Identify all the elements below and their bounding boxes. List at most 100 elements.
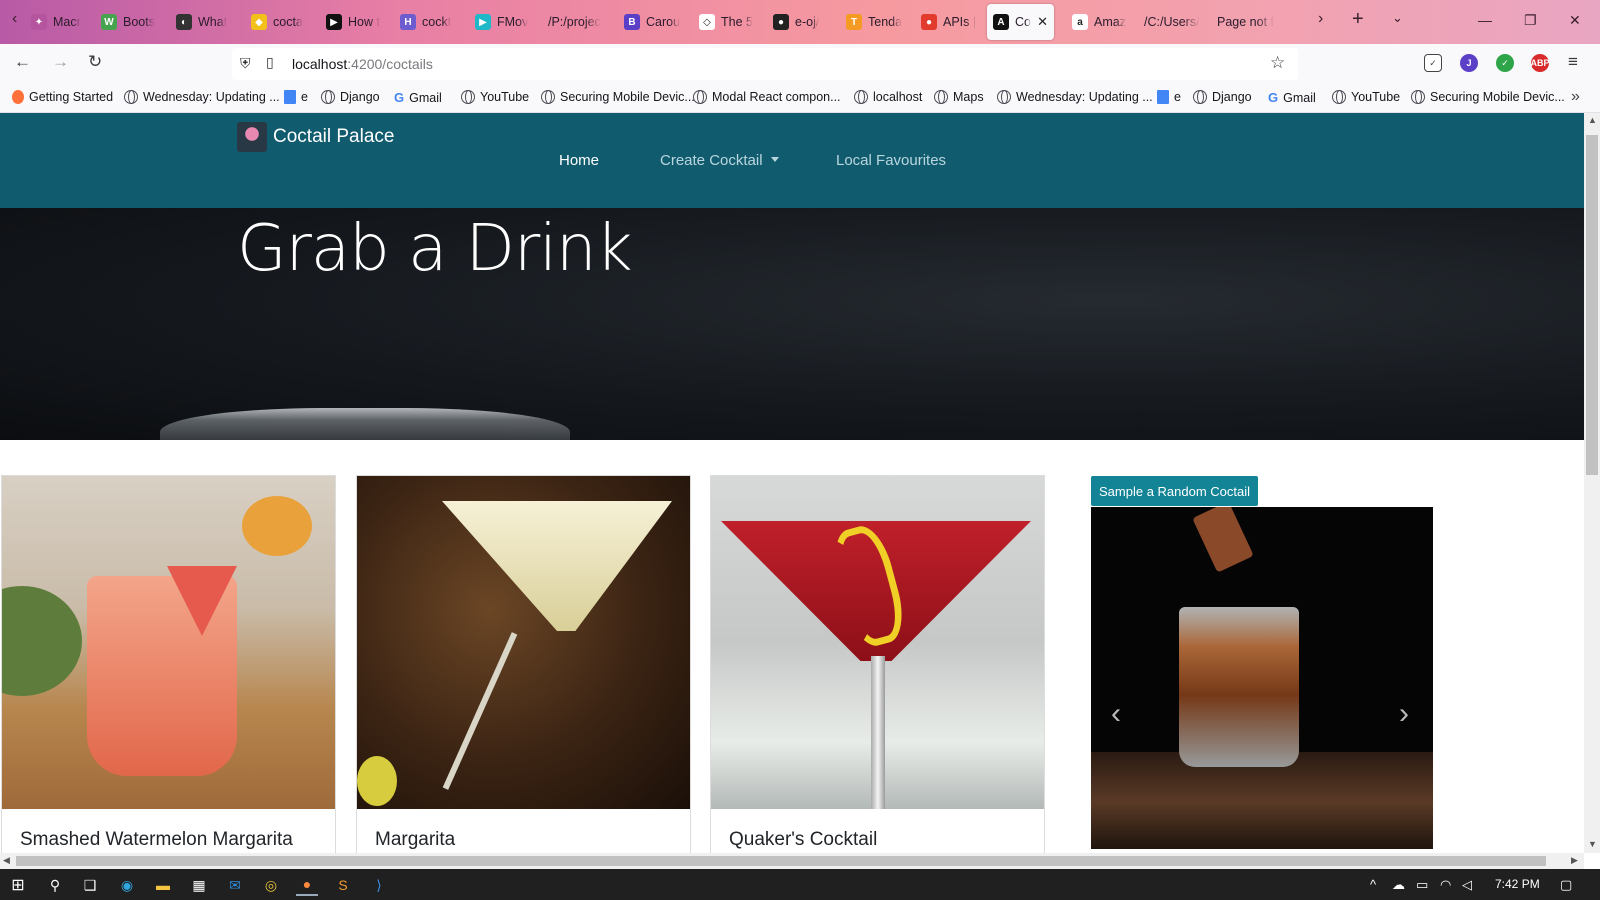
url-text[interactable]: localhost:4200/coctails (292, 56, 433, 72)
windows-start-icon[interactable]: ⊞ (7, 874, 29, 896)
bookmark-item[interactable]: Getting Started (12, 90, 113, 104)
account-avatar-icon[interactable]: J (1460, 54, 1478, 72)
bookmark-item[interactable]: Maps (934, 90, 984, 104)
cocktail-card[interactable]: Margarita (356, 475, 691, 853)
browser-tab[interactable]: A Co ✕ (987, 4, 1054, 40)
bookmark-item[interactable]: G Gmail (1268, 90, 1316, 105)
brand[interactable]: Coctail Palace (237, 122, 394, 152)
edge-icon[interactable]: ◉ (116, 874, 138, 896)
battery-icon[interactable]: ▭ (1416, 877, 1428, 893)
bookmark-item[interactable]: G Gmail (394, 90, 442, 105)
extension-shield-icon[interactable]: ✓ (1496, 54, 1514, 72)
bookmark-item[interactable]: Wednesday: Updating ... (124, 90, 280, 104)
nav-local-favourites[interactable]: Local Favourites (836, 152, 946, 169)
browser-tab[interactable]: ◆ cocta (247, 4, 311, 40)
bookmark-item[interactable]: Modal React compon... (693, 90, 841, 104)
tab-scroll-left-icon[interactable]: ‹ (12, 10, 17, 28)
vertical-scrollbar[interactable]: ▲ ▼ (1584, 113, 1600, 853)
random-cocktail-carousel[interactable]: ‹ › (1091, 507, 1433, 849)
browser-tab[interactable]: ▶ How t (322, 4, 388, 40)
bookmark-item[interactable]: Wednesday: Updating ... (997, 90, 1153, 104)
scroll-up-icon[interactable]: ▲ (1588, 115, 1597, 125)
minimize-icon[interactable]: — (1478, 12, 1492, 28)
nav-create-cocktail[interactable]: Create Cocktail (660, 152, 779, 169)
bookmark-item[interactable]: Securing Mobile Devic... (541, 90, 695, 104)
bookmark-item[interactable]: Securing Mobile Devic... (1411, 90, 1565, 104)
restore-icon[interactable]: ❐ (1524, 12, 1537, 29)
new-tab-icon[interactable]: + (1352, 8, 1364, 31)
chrome-icon[interactable]: ◎ (260, 874, 282, 896)
browser-tab[interactable]: Page not f (1213, 4, 1283, 40)
tab-title: What (198, 15, 228, 29)
task-view-icon[interactable]: ❑ (79, 874, 101, 896)
browser-tab[interactable]: a Amaz (1068, 4, 1132, 40)
card-image[interactable] (711, 476, 1044, 809)
firefox-icon[interactable]: ● (296, 874, 318, 896)
cocktail-card[interactable]: Quaker's Cocktail (710, 475, 1045, 853)
nav-home[interactable]: Home (559, 152, 599, 169)
bookmark-item[interactable]: Django (1193, 90, 1252, 104)
clock[interactable]: 7:42 PM (1495, 877, 1540, 891)
store-icon[interactable]: ▦ (188, 874, 210, 896)
browser-tab[interactable]: ▶ FMov (471, 4, 537, 40)
card-image[interactable] (2, 476, 335, 809)
cocktail-card[interactable]: Smashed Watermelon Margarita (1, 475, 336, 853)
globe-icon (693, 90, 707, 104)
reload-icon[interactable]: ↻ (88, 52, 102, 72)
tab-list-chevron-icon[interactable]: ⌄ (1392, 10, 1403, 26)
browser-tab[interactable]: ✦ Macr (27, 4, 89, 40)
web-page: Coctail Palace Home Create Cocktail Loca… (0, 113, 1584, 853)
forward-icon[interactable]: → (52, 52, 69, 72)
browser-tab[interactable]: Hcockt (396, 4, 462, 40)
carousel-prev-icon[interactable]: ‹ (1111, 697, 1121, 731)
menu-hamburger-icon[interactable]: ≡ (1568, 52, 1578, 72)
tab-favicon-icon: H (400, 14, 416, 30)
browser-tab[interactable]: ◐ What (172, 4, 238, 40)
bookmark-star-icon[interactable]: ☆ (1270, 53, 1285, 73)
close-window-icon[interactable]: ✕ (1569, 12, 1581, 29)
scroll-thumb[interactable] (1586, 135, 1598, 475)
pocket-icon[interactable]: ✓ (1424, 54, 1442, 72)
search-icon[interactable]: ⚲ (44, 874, 66, 896)
scroll-left-icon[interactable]: ◀ (3, 855, 10, 866)
browser-tab[interactable]: T Tenda (842, 4, 908, 40)
browser-tab[interactable]: ◇ The 5 (695, 4, 761, 40)
scroll-right-icon[interactable]: ▶ (1571, 855, 1578, 866)
bookmark-item[interactable]: e (284, 90, 308, 104)
bookmark-item[interactable]: e (1157, 90, 1181, 104)
onedrive-icon[interactable]: ☁ (1392, 877, 1405, 893)
tab-close-icon[interactable]: ✕ (1037, 14, 1048, 30)
volume-icon[interactable]: ◁ (1462, 877, 1472, 893)
file-explorer-icon[interactable]: ▬ (152, 874, 174, 896)
browser-tab[interactable]: /C:/Users/ (1140, 4, 1206, 40)
browser-tab[interactable]: ● e-oj/ (769, 4, 833, 40)
bookmarks-overflow-icon[interactable]: » (1571, 88, 1580, 106)
bookmark-item[interactable]: Django (321, 90, 380, 104)
browser-tab[interactable]: /P:/projec (544, 4, 610, 40)
tab-favicon-icon: ● (921, 14, 937, 30)
browser-tab[interactable]: ● APIs | (917, 4, 979, 40)
browser-tab[interactable]: B Carou (620, 4, 686, 40)
tray-chevron-icon[interactable]: ^ (1370, 877, 1376, 892)
scroll-down-icon[interactable]: ▼ (1588, 839, 1597, 849)
wifi-icon[interactable]: ◠ (1440, 877, 1451, 893)
tab-favicon-icon: A (993, 14, 1009, 30)
bookmark-item[interactable]: YouTube (1332, 90, 1400, 104)
sublime-icon[interactable]: S (332, 874, 354, 896)
horizontal-scrollbar[interactable]: ◀ ▶ (0, 853, 1584, 869)
browser-tab[interactable]: W Boots (97, 4, 161, 40)
mail-icon[interactable]: ✉ (224, 874, 246, 896)
scroll-thumb[interactable] (16, 856, 1546, 866)
vscode-icon[interactable]: ⟩ (368, 874, 390, 896)
notifications-icon[interactable]: ▢ (1560, 877, 1572, 893)
tab-scroll-right-icon[interactable]: › (1318, 10, 1323, 28)
address-bar[interactable]: ⛨ ▯ localhost:4200/coctails ☆ (232, 48, 1298, 80)
back-icon[interactable]: ← (14, 52, 31, 72)
adblock-icon[interactable]: ABP (1531, 54, 1550, 72)
shield-icon[interactable]: ⛨ (240, 55, 251, 72)
carousel-next-icon[interactable]: › (1399, 697, 1409, 731)
card-image[interactable] (357, 476, 690, 809)
random-cocktail-button[interactable]: Sample a Random Coctail (1091, 476, 1259, 506)
bookmark-item[interactable]: YouTube (461, 90, 529, 104)
bookmark-item[interactable]: localhost (854, 90, 922, 104)
